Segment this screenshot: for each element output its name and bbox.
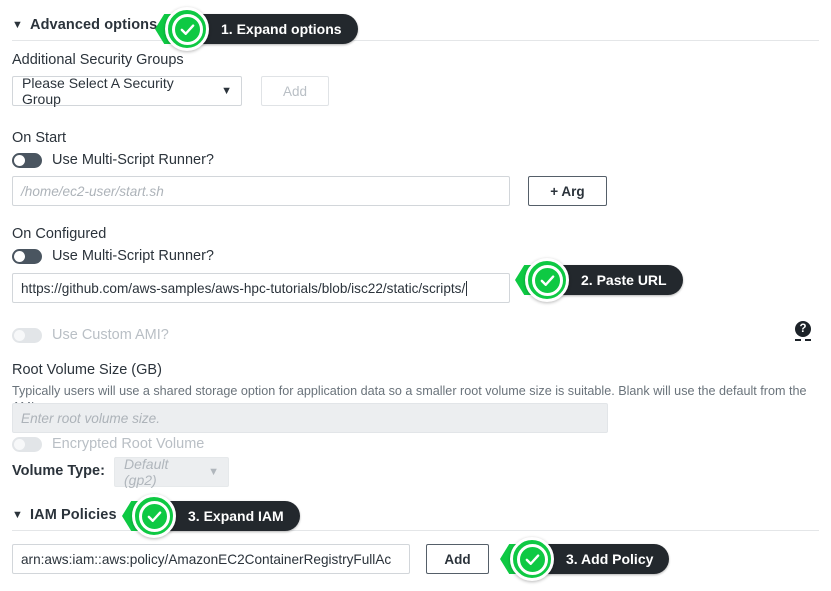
encrypted-root-volume-toggle-row: Encrypted Root Volume (12, 436, 204, 452)
root-volume-size-input[interactable]: Enter root volume size. (12, 403, 608, 433)
security-group-select[interactable]: Please Select A Security Group ▼ (12, 75, 242, 107)
toggle-knob (14, 329, 25, 341)
toggle-knob (14, 438, 25, 450)
toggle-knob (14, 250, 25, 262)
toggle-knob (14, 154, 25, 166)
add-iam-policy-button[interactable]: Add (426, 544, 489, 574)
root-volume-label: Root Volume Size (GB) (12, 362, 162, 378)
annotation-badge-1: 1. Expand options (155, 7, 358, 51)
volume-type-select[interactable]: Default (gp2) ▼ (114, 456, 229, 488)
volume-type-label: Volume Type: (12, 463, 105, 479)
advanced-options-header[interactable]: ▼ Advanced options (12, 17, 819, 33)
custom-ami-toggle[interactable] (12, 327, 42, 343)
on-configured-label: On Configured (12, 226, 107, 242)
annotation-label-1: 1. Expand options (187, 14, 358, 44)
custom-ami-label: Use Custom AMI? (52, 327, 169, 343)
advanced-options-title: Advanced options (30, 17, 158, 33)
chevron-down-icon: ▼ (221, 85, 232, 97)
on-start-multiscript-label: Use Multi-Script Runner? (52, 152, 214, 168)
add-arg-button[interactable]: + Arg (528, 176, 607, 206)
iam-policies-title: IAM Policies (30, 507, 117, 523)
chevron-down-icon: ▼ (12, 18, 23, 31)
on-configured-script-input[interactable]: https://github.com/aws-samples/aws-hpc-t… (12, 273, 510, 303)
iam-policy-arn-input[interactable]: arn:aws:iam::aws:policy/AmazonEC2Contain… (12, 544, 410, 574)
help-question-icon: ? (795, 321, 811, 337)
on-start-script-input[interactable]: /home/ec2-user/start.sh (12, 176, 510, 206)
on-start-label: On Start (12, 130, 66, 146)
custom-ami-toggle-row: Use Custom AMI? (12, 327, 169, 343)
annotation-badge-2: 2. Paste URL (515, 258, 683, 302)
on-start-multiscript-toggle-row: Use Multi-Script Runner? (12, 152, 214, 168)
advanced-options-section: ▼ Advanced options (12, 17, 819, 41)
check-circle-icon (132, 494, 176, 538)
encrypted-root-volume-toggle[interactable] (12, 436, 42, 452)
security-groups-label: Additional Security Groups (12, 52, 184, 68)
chevron-down-icon: ▼ (12, 508, 23, 521)
advanced-options-form: ▼ Advanced options Additional Security G… (0, 0, 831, 591)
on-configured-multiscript-toggle[interactable] (12, 248, 42, 264)
annotation-badge-4: 3. Add Policy (500, 537, 670, 581)
volume-type-value: Default (gp2) (124, 456, 169, 488)
text-caret (466, 280, 468, 296)
help-underline (795, 339, 811, 341)
on-configured-script-value: https://github.com/aws-samples/aws-hpc-t… (21, 280, 466, 296)
help-icon-wrapper[interactable]: ? (795, 321, 811, 341)
security-group-select-value: Please Select A Security Group (22, 75, 174, 107)
chevron-down-icon: ▼ (208, 466, 219, 478)
check-circle-icon (165, 7, 209, 51)
on-configured-multiscript-label: Use Multi-Script Runner? (52, 248, 214, 264)
check-circle-icon (510, 537, 554, 581)
add-security-group-button[interactable]: Add (261, 76, 329, 106)
on-configured-multiscript-toggle-row: Use Multi-Script Runner? (12, 248, 214, 264)
section-divider (12, 40, 819, 41)
annotation-badge-3: 3. Expand IAM (122, 494, 300, 538)
check-circle-icon (525, 258, 569, 302)
encrypted-root-volume-label: Encrypted Root Volume (52, 436, 205, 452)
on-start-multiscript-toggle[interactable] (12, 152, 42, 168)
